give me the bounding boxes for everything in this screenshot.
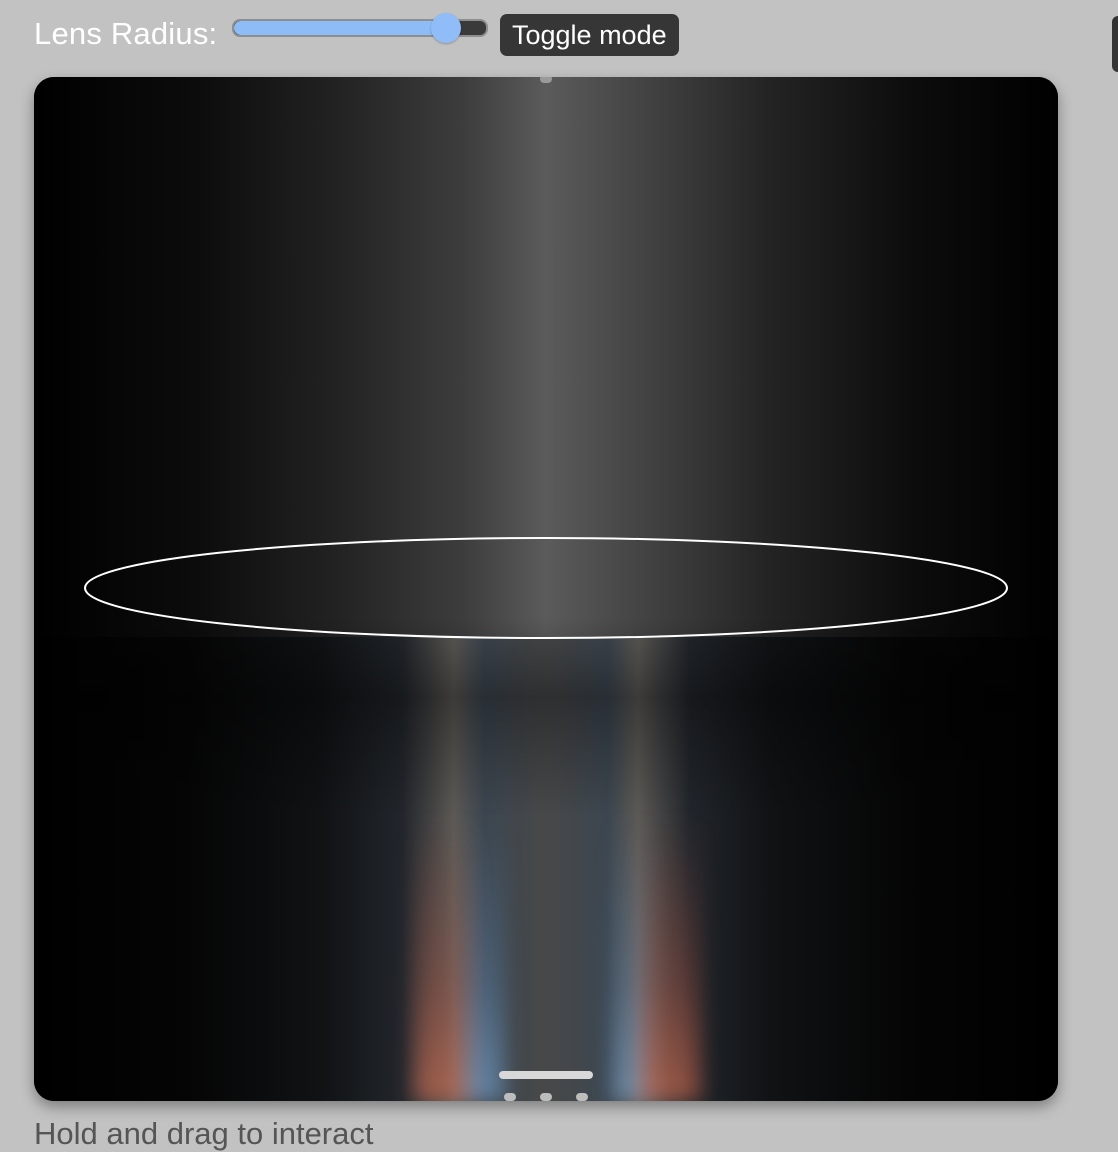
lens-overlay xyxy=(84,537,1008,639)
lens-radius-slider[interactable] xyxy=(232,13,488,43)
slider-thumb[interactable] xyxy=(431,13,461,43)
lens-radius-label: Lens Radius: xyxy=(34,16,218,51)
lens-canvas[interactable] xyxy=(34,77,1058,1101)
page-dot[interactable] xyxy=(540,1093,552,1101)
page-dots xyxy=(504,1093,588,1101)
interaction-hint: Hold and drag to interact xyxy=(34,1116,374,1151)
edge-panel-tab[interactable] xyxy=(1112,16,1118,72)
top-drag-handle[interactable] xyxy=(540,77,552,83)
slider-fill xyxy=(234,21,446,35)
lens-outline[interactable] xyxy=(84,537,1008,639)
bottom-bar-handle[interactable] xyxy=(499,1071,593,1079)
toggle-mode-button[interactable]: Toggle mode xyxy=(500,14,679,56)
page-dot[interactable] xyxy=(576,1093,588,1101)
page-dot[interactable] xyxy=(504,1093,516,1101)
toolbar: Lens Radius: Toggle mode xyxy=(34,12,1074,58)
